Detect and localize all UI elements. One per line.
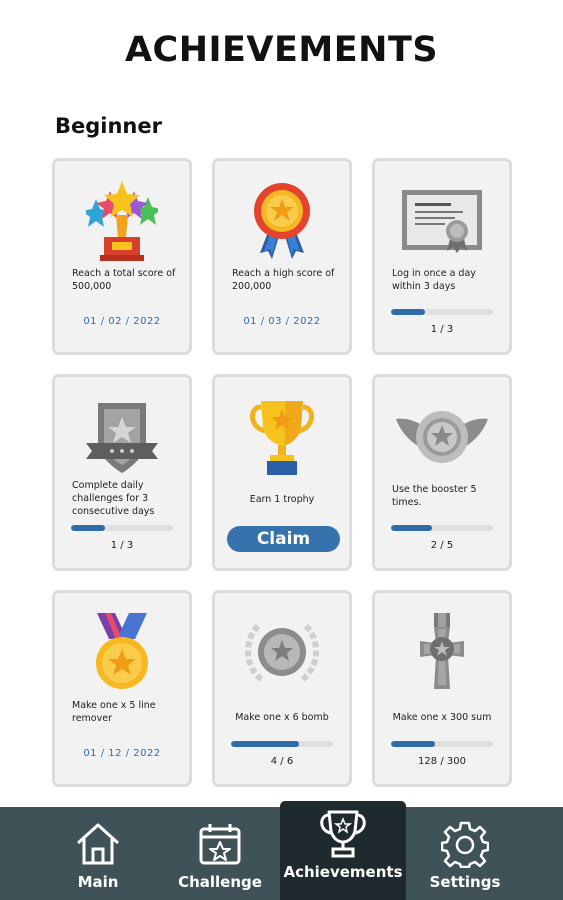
progress-count: 128 / 300 bbox=[418, 756, 466, 767]
cross-medal-icon bbox=[375, 611, 509, 695]
achievement-description: Make one x 300 sum bbox=[392, 712, 492, 723]
home-icon bbox=[74, 819, 122, 869]
nav-label: Main bbox=[77, 873, 119, 891]
progress-bar bbox=[391, 525, 493, 531]
achievement-description: Log in once a day within 3 days bbox=[392, 268, 476, 292]
certificate-icon bbox=[375, 179, 509, 263]
achievements-grid: Reach a total score of 500,000 01 / 02 /… bbox=[52, 158, 512, 788]
trophy-icon bbox=[317, 809, 369, 859]
bottom-nav: Main Challenge Achievements Settings bbox=[0, 801, 563, 900]
achievement-card[interactable]: Reach a high score of 200,000 01 / 03 / … bbox=[212, 158, 352, 355]
progress-count: 1 / 3 bbox=[110, 540, 134, 551]
achievement-card[interactable]: Use the booster 5 times. 2 / 5 bbox=[372, 374, 512, 571]
achievement-description: Make one x 6 bomb bbox=[235, 712, 329, 723]
stars-trophy-icon bbox=[55, 179, 189, 263]
completion-date: 01 / 02 / 2022 bbox=[83, 316, 161, 327]
completion-date: 01 / 03 / 2022 bbox=[243, 316, 321, 327]
section-title: Beginner bbox=[55, 114, 162, 138]
nav-item-settings[interactable]: Settings bbox=[402, 807, 528, 900]
completion-date: 01 / 12 / 2022 bbox=[83, 748, 161, 759]
nav-label: Settings bbox=[429, 873, 501, 891]
progress-bar bbox=[391, 309, 493, 315]
gear-icon bbox=[441, 819, 489, 869]
nav-label: Achievements bbox=[283, 863, 403, 881]
nav-item-main[interactable]: Main bbox=[35, 807, 161, 900]
laurel-star-badge-icon bbox=[215, 611, 349, 695]
winged-star-badge-icon bbox=[375, 395, 509, 479]
shield-badge-icon bbox=[55, 395, 189, 479]
achievement-card[interactable]: Earn 1 trophy Claim bbox=[212, 374, 352, 571]
nav-item-achievements[interactable]: Achievements bbox=[280, 801, 406, 900]
gold-star-medal-icon bbox=[55, 611, 189, 695]
page-title: ACHIEVEMENTS bbox=[124, 30, 439, 70]
ribbon-medal-icon bbox=[215, 179, 349, 263]
nav-label: Challenge bbox=[178, 873, 262, 891]
progress-bar bbox=[71, 525, 173, 531]
progress-count: 1 / 3 bbox=[430, 324, 454, 335]
progress-bar bbox=[231, 741, 333, 747]
progress-count: 4 / 6 bbox=[270, 756, 294, 767]
achievement-description: Reach a high score of 200,000 bbox=[232, 268, 335, 292]
progress-count: 2 / 5 bbox=[430, 540, 454, 551]
achievement-card[interactable]: Make one x 300 sum 128 / 300 bbox=[372, 590, 512, 787]
nav-item-challenge[interactable]: Challenge bbox=[157, 807, 283, 900]
achievement-card[interactable]: Make one x 6 bomb 4 / 6 bbox=[212, 590, 352, 787]
claim-button[interactable]: Claim bbox=[227, 526, 340, 552]
calendar-star-icon bbox=[197, 819, 243, 869]
progress-bar bbox=[391, 741, 493, 747]
achievement-description: Reach a total score of 500,000 bbox=[72, 268, 176, 292]
achievement-description: Use the booster 5 times. bbox=[392, 484, 477, 508]
achievement-description: Make one x 5 line remover bbox=[72, 700, 156, 724]
achievement-card[interactable]: Make one x 5 line remover 01 / 12 / 2022 bbox=[52, 590, 192, 787]
gold-cup-icon bbox=[215, 395, 349, 479]
achievement-card[interactable]: Complete daily challenges for 3 consecut… bbox=[52, 374, 192, 571]
achievement-card[interactable]: Log in once a day within 3 days 1 / 3 bbox=[372, 158, 512, 355]
achievement-description: Earn 1 trophy bbox=[249, 494, 315, 505]
achievement-card[interactable]: Reach a total score of 500,000 01 / 02 /… bbox=[52, 158, 192, 355]
achievement-description: Complete daily challenges for 3 consecut… bbox=[72, 480, 155, 517]
